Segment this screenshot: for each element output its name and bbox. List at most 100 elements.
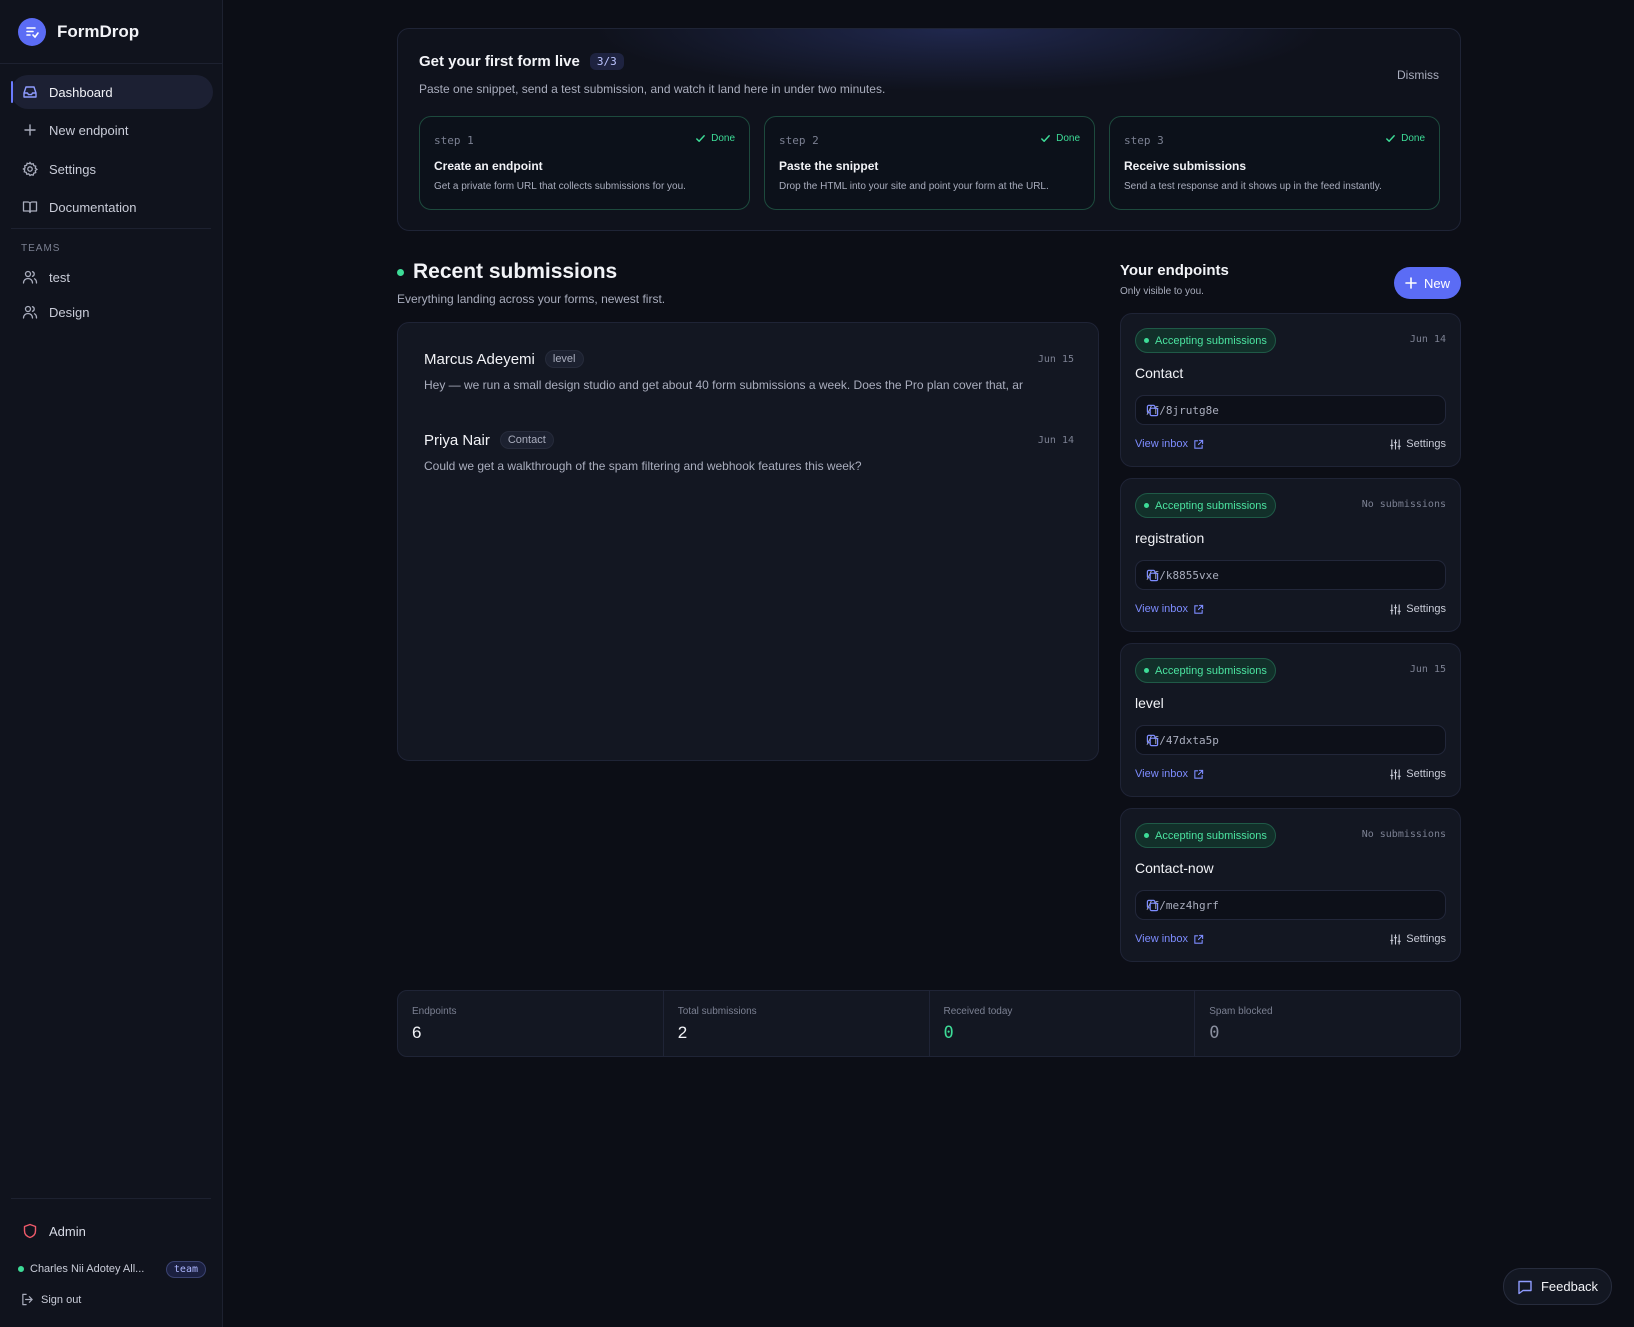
endpoint-card: Accepting submissions No submissions reg… <box>1120 478 1461 632</box>
endpoint-url-field[interactable]: /f/k8855vxe <box>1135 560 1446 590</box>
endpoint-settings-button[interactable]: Settings <box>1390 768 1446 780</box>
endpoint-tag: Contact <box>499 431 554 449</box>
view-inbox-link[interactable]: View inbox <box>1135 768 1204 780</box>
step-title: Create an endpoint <box>434 159 543 173</box>
submission-item[interactable]: Priya Nair Contact Jun 14 Could we get a… <box>424 430 1074 490</box>
shield-icon <box>22 1223 38 1239</box>
book-icon <box>22 199 38 215</box>
plan-badge: team <box>165 1260 206 1278</box>
onboarding-step-2: step 2 Done Paste the snippet Drop the H… <box>764 116 1095 210</box>
submission-message: Could we get a walkthrough of the spam f… <box>424 459 862 473</box>
view-inbox-label: View inbox <box>1135 603 1188 615</box>
copy-icon[interactable] <box>1146 404 1436 417</box>
external-link-icon <box>1194 604 1204 614</box>
step-description: Get a private form URL that collects sub… <box>434 181 686 192</box>
feedback-button[interactable]: Feedback <box>1503 1268 1612 1305</box>
status-label: Accepting submissions <box>1155 664 1267 677</box>
submission-date: Jun 15 <box>1037 353 1074 365</box>
step-number: step 3 <box>1124 134 1164 147</box>
view-inbox-link[interactable]: View inbox <box>1135 603 1204 615</box>
users-icon <box>22 304 38 320</box>
endpoint-settings-label: Settings <box>1406 933 1446 945</box>
step-status: Done <box>1385 133 1425 144</box>
stat-value: 0 <box>1209 1023 1220 1043</box>
brand[interactable]: FormDrop <box>18 18 139 46</box>
current-user[interactable]: Charles Nii Adotey All... team <box>18 1259 206 1279</box>
teams-heading: TEAMS <box>21 243 61 254</box>
sidebar: FormDrop Dashboard New endpoint Settings <box>0 0 223 1327</box>
external-link-icon <box>1194 769 1204 779</box>
nav-dashboard-label: Dashboard <box>49 84 113 100</box>
status-dot <box>1144 503 1149 508</box>
copy-icon[interactable] <box>1146 734 1436 747</box>
nav-new-endpoint[interactable]: New endpoint <box>11 113 213 147</box>
step-status-label: Done <box>1401 133 1425 144</box>
plus-icon <box>22 122 38 138</box>
view-inbox-label: View inbox <box>1135 933 1188 945</box>
check-icon <box>696 135 705 142</box>
endpoints-header: Your endpoints Only visible to you. <box>1120 262 1229 297</box>
stat-received-today: Received today 0 <box>930 991 1196 1056</box>
submitter-name: Marcus Adeyemi <box>424 350 535 368</box>
endpoint-url-field[interactable]: /f/8jrutg8e <box>1135 395 1446 425</box>
external-link-icon <box>1194 934 1204 944</box>
nav-settings[interactable]: Settings <box>11 152 213 186</box>
nav-admin[interactable]: Admin <box>11 1214 213 1248</box>
endpoint-settings-button[interactable]: Settings <box>1390 438 1446 450</box>
step-status-label: Done <box>711 133 735 144</box>
chat-bubble-icon <box>1518 1280 1532 1294</box>
app-name: FormDrop <box>57 22 140 41</box>
stat-endpoints: Endpoints 6 <box>398 991 664 1056</box>
endpoint-url-field[interactable]: /f/47dxta5p <box>1135 725 1446 755</box>
team-design[interactable]: Design <box>11 295 213 329</box>
endpoint-card: Accepting submissions Jun 14 Contact /f/… <box>1120 313 1461 467</box>
team-test[interactable]: test <box>11 260 213 294</box>
step-status: Done <box>1040 133 1080 144</box>
onboarding-card: Get your first form live 3/3 Paste one s… <box>397 28 1461 231</box>
nav-documentation[interactable]: Documentation <box>11 190 213 224</box>
sliders-icon <box>1390 768 1402 780</box>
recent-submissions-subtitle: Everything landing across your forms, ne… <box>397 292 666 306</box>
view-inbox-link[interactable]: View inbox <box>1135 438 1204 450</box>
nav-dashboard[interactable]: Dashboard <box>11 75 213 109</box>
check-icon <box>1041 135 1050 142</box>
feedback-label: Feedback <box>1540 1279 1599 1294</box>
onboarding-progress-badge: 3/3 <box>589 53 624 70</box>
submission-item[interactable]: Marcus Adeyemi level Jun 15 Hey — we run… <box>424 349 1074 409</box>
step-description: Drop the HTML into your site and point y… <box>779 181 1049 192</box>
recent-submissions-title: Recent submissions <box>413 260 618 283</box>
dismiss-button[interactable]: Dismiss <box>1397 68 1439 82</box>
submission-message: Hey — we run a small design studio and g… <box>424 378 1023 392</box>
status-label: Accepting submissions <box>1155 334 1267 347</box>
onboarding-subtitle: Paste one snippet, send a test submissio… <box>419 82 886 96</box>
external-link-icon <box>1194 439 1204 449</box>
step-number: step 2 <box>779 134 819 147</box>
copy-icon[interactable] <box>1146 569 1436 582</box>
copy-icon[interactable] <box>1146 899 1436 912</box>
last-submission: Jun 14 <box>1409 334 1446 345</box>
view-inbox-link[interactable]: View inbox <box>1135 933 1204 945</box>
step-status: Done <box>695 133 735 144</box>
endpoint-settings-button[interactable]: Settings <box>1390 933 1446 945</box>
submission-date: Jun 14 <box>1037 434 1074 446</box>
status-label: Accepting submissions <box>1155 499 1267 512</box>
new-endpoint-button[interactable]: New <box>1394 267 1461 299</box>
sidebar-divider <box>11 228 211 229</box>
step-status-label: Done <box>1056 133 1080 144</box>
status-dot <box>1144 833 1149 838</box>
sign-out-button[interactable]: Sign out <box>21 1293 81 1306</box>
onboarding-step-3: step 3 Done Receive submissions Send a t… <box>1109 116 1440 210</box>
stat-value: 0 <box>943 1023 954 1043</box>
step-title: Receive submissions <box>1124 159 1247 173</box>
sidebar-divider <box>11 1198 211 1199</box>
view-inbox-label: View inbox <box>1135 768 1188 780</box>
endpoint-settings-button[interactable]: Settings <box>1390 603 1446 615</box>
last-submission: Jun 15 <box>1409 664 1446 675</box>
stat-value: 6 <box>412 1023 422 1042</box>
formdrop-logo-icon <box>18 18 46 46</box>
stat-label: Received today <box>943 1006 1013 1017</box>
submissions-feed: Marcus Adeyemi level Jun 15 Hey — we run… <box>397 322 1099 761</box>
endpoint-url-field[interactable]: /f/mez4hgrf <box>1135 890 1446 920</box>
endpoint-settings-label: Settings <box>1406 603 1446 615</box>
stat-spam-blocked: Spam blocked 0 <box>1195 991 1460 1056</box>
